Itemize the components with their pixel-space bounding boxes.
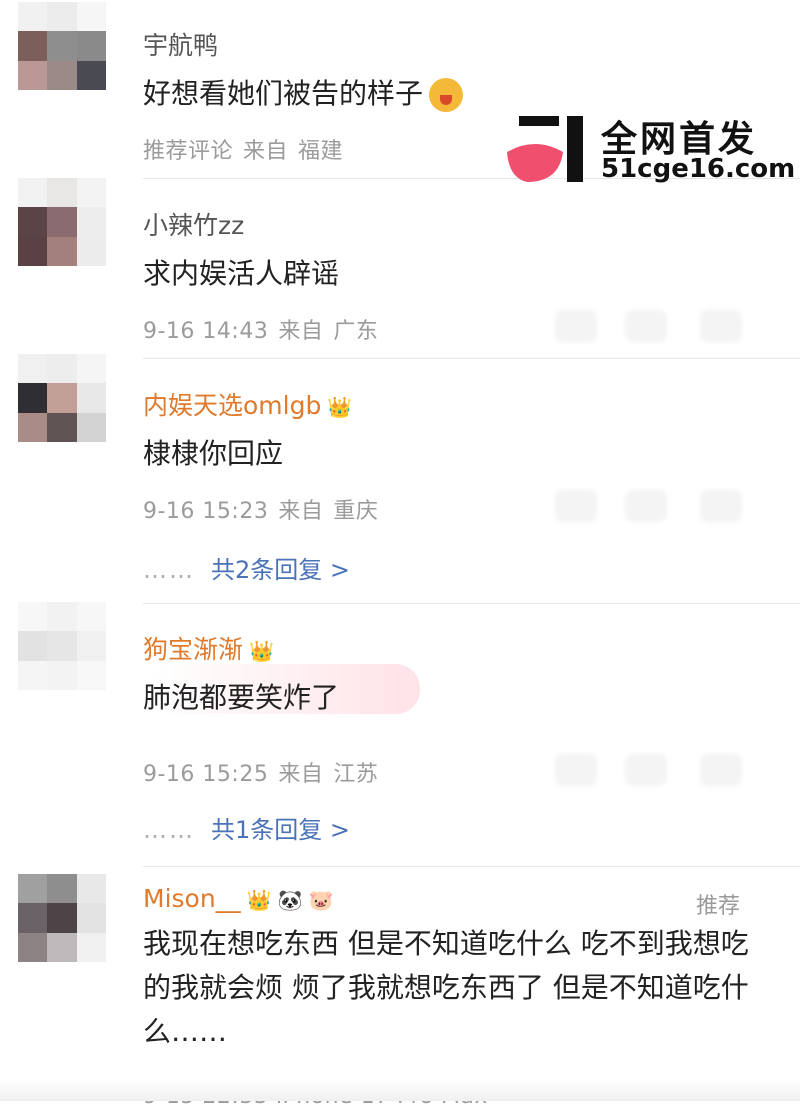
avatar[interactable]: [18, 2, 106, 90]
recommended-label: 推荐评论: [143, 139, 234, 164]
username[interactable]: 小辣竹zz: [143, 206, 244, 242]
username-text: 狗宝渐渐: [143, 635, 244, 664]
bottom-fade: [0, 1080, 800, 1101]
comment-text: 我现在想吃东西 但是不知道吃什么 吃不到我想吃的我就会烦 烦了我就想吃东西了 但…: [143, 927, 749, 1048]
like-button[interactable]: [700, 754, 742, 786]
username-text: 内娱天选omlgb: [143, 391, 322, 420]
share-button[interactable]: [555, 310, 597, 342]
location: 广东: [333, 319, 379, 344]
comment-text: 肺泡都要笑炸了: [143, 681, 340, 714]
comment-item: 狗宝渐渐 👑 肺泡都要笑炸了 9-16 15:25 来自 江苏 …… 共1条回复 >: [0, 602, 800, 867]
replies-dots: ……: [143, 556, 195, 584]
divider: [143, 358, 800, 359]
comment-meta: 9-16 15:23 来自 重庆: [143, 493, 388, 525]
avatar[interactable]: [18, 874, 106, 962]
share-button[interactable]: [555, 490, 597, 522]
crown-badge-icon: 👑: [249, 639, 274, 663]
comment-button[interactable]: [625, 310, 667, 342]
recommend-label: 推荐: [695, 894, 740, 919]
comment-item: 小辣竹zz 求内娱活人辟谣 9-16 14:43 来自 广东: [0, 178, 800, 360]
comment-item: Mison__ 👑 🐼 🐷 推荐 我现在想吃东西 但是不知道吃什么 吃不到我想吃的我就…: [0, 870, 800, 1109]
like-button[interactable]: [700, 490, 742, 522]
pig-icon: 🐷: [308, 888, 334, 912]
username[interactable]: 内娱天选omlgb 👑: [143, 386, 352, 422]
comment-item: 内娱天选omlgb 👑 棣棣你回应 9-16 15:23 来自 重庆 …… 共2条回复 …: [0, 354, 800, 604]
comment-meta: 9-16 15:25 来自 江苏: [143, 756, 388, 788]
timestamp: 9-16 15:23: [143, 499, 269, 524]
comment-meta: 9-16 14:43 来自 广东: [143, 313, 388, 345]
avatar[interactable]: [18, 602, 106, 690]
location: 重庆: [333, 499, 379, 524]
comment-text-content: 好想看她们被告的样子: [143, 77, 424, 110]
comment-text: 好想看她们被告的样子: [143, 72, 464, 112]
comment-button[interactable]: [625, 754, 667, 786]
comment-meta: 推荐评论 来自 福建: [143, 133, 353, 165]
from-label: 来自: [243, 139, 289, 164]
location: 江苏: [333, 762, 379, 787]
crown-badge-icon: 👑: [327, 395, 353, 419]
replies-dots: ……: [143, 816, 195, 844]
avatar[interactable]: [18, 178, 106, 266]
smiling-face-emoji-icon: [429, 78, 464, 112]
timestamp: 9-16 15:25: [143, 762, 269, 787]
like-button[interactable]: [700, 310, 742, 342]
comment-text: 求内娱活人辟谣: [143, 257, 340, 290]
from-label: 来自: [278, 499, 324, 524]
avatar[interactable]: [18, 354, 106, 442]
panda-icon: 🐼: [277, 888, 303, 912]
username-text: Mison__: [143, 884, 241, 913]
comment-button[interactable]: [625, 490, 667, 522]
location: 福建: [298, 139, 344, 164]
watermark-logo: [507, 116, 583, 182]
share-button[interactable]: [555, 754, 597, 786]
username[interactable]: 宇航鸭: [143, 26, 218, 62]
view-replies-link[interactable]: …… 共1条回复 >: [143, 810, 350, 845]
replies-count: 共2条回复 >: [211, 556, 351, 584]
replies-count: 共1条回复 >: [211, 816, 351, 844]
from-label: 来自: [278, 319, 324, 344]
crown-badge-icon: 👑: [246, 888, 272, 912]
comment-text: 棣棣你回应: [143, 437, 284, 470]
view-replies-link[interactable]: …… 共2条回复 >: [143, 550, 350, 585]
divider: [143, 866, 800, 867]
from-label: 来自: [278, 762, 324, 787]
username[interactable]: Mison__ 👑 🐼 🐷: [143, 884, 333, 913]
timestamp: 9-16 14:43: [143, 319, 269, 344]
watermark: 全网首发 51cge16.com: [505, 110, 795, 185]
username[interactable]: 狗宝渐渐 👑: [143, 630, 274, 666]
